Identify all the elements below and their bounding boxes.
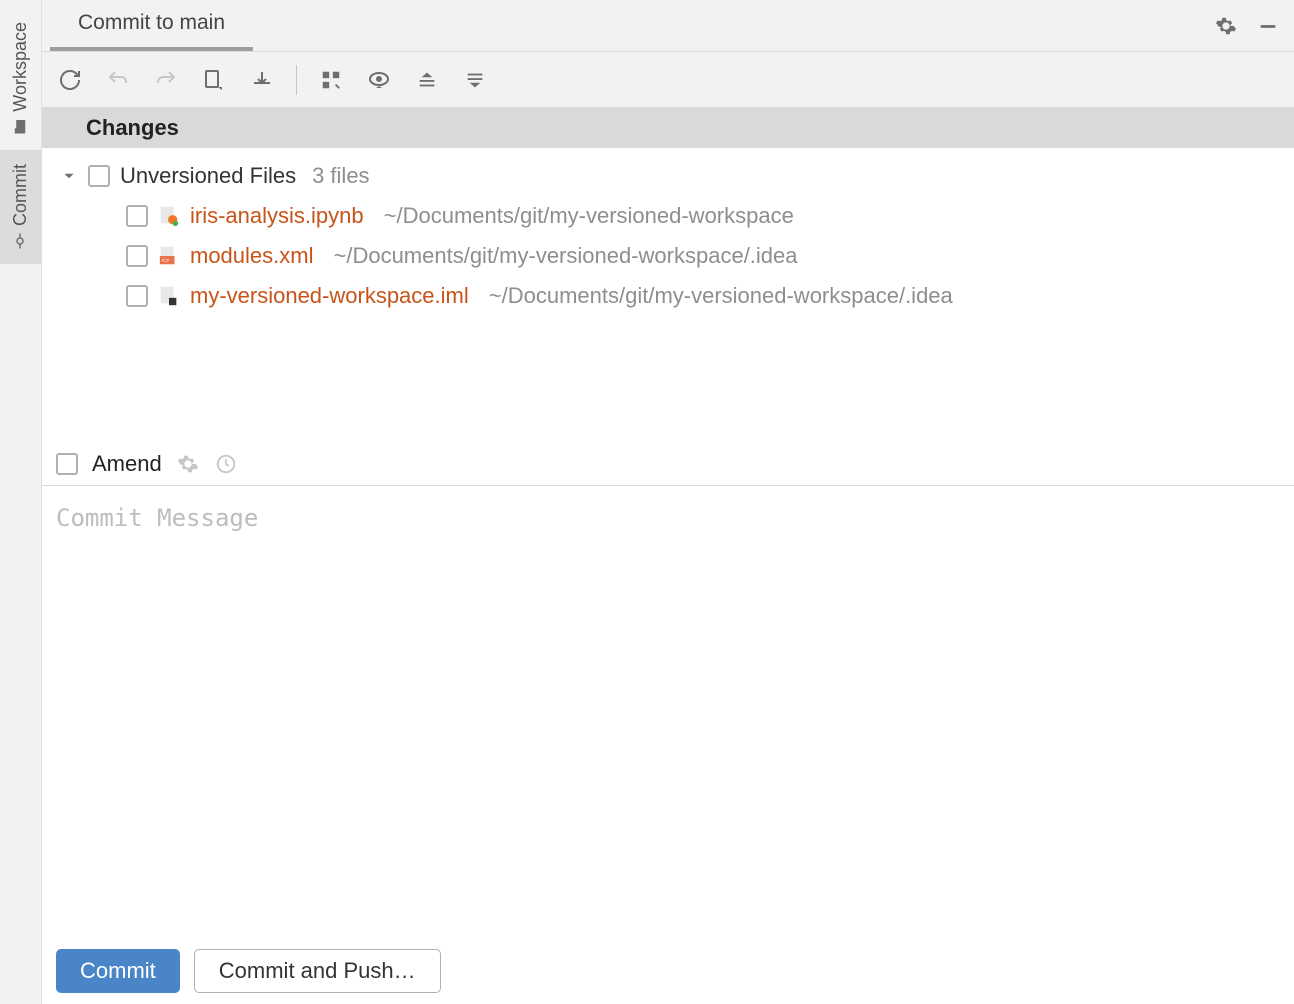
- file-path: ~/Documents/git/my-versioned-workspace/.…: [333, 243, 797, 269]
- sidebar-tab-label: Workspace: [10, 22, 31, 112]
- commit-button[interactable]: Commit: [56, 949, 180, 993]
- sidebar-tab-commit[interactable]: Commit: [0, 150, 41, 264]
- view-options-icon[interactable]: [365, 66, 393, 94]
- xml-file-icon: <>: [158, 245, 180, 267]
- commit-toolbar: [42, 52, 1294, 108]
- file-path: ~/Documents/git/my-versioned-workspace/.…: [489, 283, 953, 309]
- file-name: my-versioned-workspace.iml: [190, 283, 469, 309]
- chevron-down-icon[interactable]: [60, 167, 78, 185]
- file-checkbox[interactable]: [126, 245, 148, 267]
- amend-row: Amend: [42, 442, 1294, 486]
- settings-button[interactable]: [1214, 14, 1238, 38]
- left-sidebar: Workspace Commit: [0, 0, 42, 1004]
- commit-icon: [12, 232, 30, 250]
- panel-header: Commit to main: [42, 0, 1294, 52]
- group-label: Unversioned Files: [120, 163, 296, 189]
- sidebar-tab-label: Commit: [10, 164, 31, 226]
- file-row[interactable]: <> modules.xml ~/Documents/git/my-versio…: [42, 236, 1294, 276]
- commit-message-input[interactable]: [56, 504, 1280, 920]
- jupyter-file-icon: [158, 205, 180, 227]
- amend-label: Amend: [92, 451, 162, 477]
- file-name: iris-analysis.ipynb: [190, 203, 364, 229]
- tab-label: Commit to main: [78, 11, 225, 34]
- revert-icon[interactable]: [152, 66, 180, 94]
- rollback-icon[interactable]: [104, 66, 132, 94]
- group-icon[interactable]: [317, 66, 345, 94]
- toolbar-separator: [296, 65, 297, 95]
- file-row[interactable]: iris-analysis.ipynb ~/Documents/git/my-v…: [42, 196, 1294, 236]
- file-path: ~/Documents/git/my-versioned-workspace: [384, 203, 794, 229]
- sidebar-tab-workspace[interactable]: Workspace: [0, 8, 41, 150]
- folder-icon: [12, 118, 30, 136]
- iml-file-icon: [158, 285, 180, 307]
- commit-and-push-button[interactable]: Commit and Push…: [194, 949, 441, 993]
- collapse-all-icon[interactable]: [461, 66, 489, 94]
- tab-commit-to-main[interactable]: Commit to main: [50, 0, 253, 51]
- commit-button-row: Commit Commit and Push…: [42, 938, 1294, 1004]
- expand-all-icon[interactable]: [413, 66, 441, 94]
- group-count: 3 files: [312, 163, 369, 189]
- shelve-icon[interactable]: [248, 66, 276, 94]
- group-checkbox[interactable]: [88, 165, 110, 187]
- history-icon[interactable]: [214, 452, 238, 476]
- changes-tree: Unversioned Files 3 files iris-analysis.…: [42, 148, 1294, 442]
- changes-title: Changes: [86, 115, 179, 141]
- file-name: modules.xml: [190, 243, 313, 269]
- svg-text:<>: <>: [162, 257, 170, 264]
- gear-icon[interactable]: [176, 452, 200, 476]
- amend-checkbox[interactable]: [56, 453, 78, 475]
- file-checkbox[interactable]: [126, 205, 148, 227]
- commit-message-area: [42, 486, 1294, 938]
- diff-icon[interactable]: [200, 66, 228, 94]
- main-panel: Commit to main: [42, 0, 1294, 1004]
- unversioned-files-group[interactable]: Unversioned Files 3 files: [42, 156, 1294, 196]
- changes-section-header: Changes: [42, 108, 1294, 148]
- file-row[interactable]: my-versioned-workspace.iml ~/Documents/g…: [42, 276, 1294, 316]
- minimize-button[interactable]: [1256, 14, 1280, 38]
- refresh-icon[interactable]: [56, 66, 84, 94]
- file-checkbox[interactable]: [126, 285, 148, 307]
